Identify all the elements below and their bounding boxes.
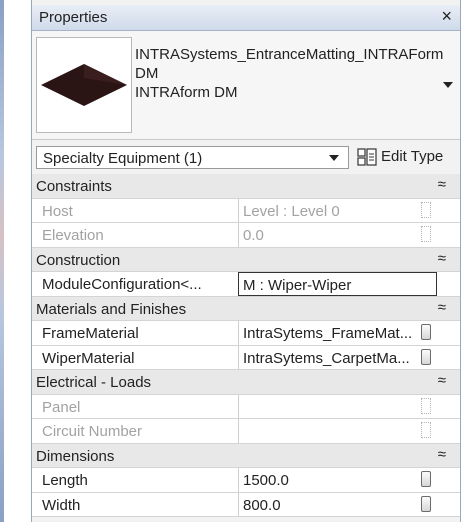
property-row-frame-material[interactable]: FrameMaterial IntraSytems_FrameMat... — [32, 321, 460, 346]
properties-palette: Properties × INTRASystems_EntranceMattin… — [31, 0, 461, 522]
group-label: Constraints — [36, 178, 112, 195]
parameter-cell — [421, 397, 431, 414]
group-dimensions[interactable]: Dimensions ≈ — [32, 443, 460, 468]
instance-selector-row: Specialty Equipment (1) Edit Type — [32, 140, 460, 172]
group-label: Dimensions — [36, 447, 115, 465]
property-name: WiperMaterial — [42, 349, 135, 367]
property-row-panel: Panel — [32, 394, 460, 419]
group-label: Electrical - Loads — [36, 374, 152, 391]
property-value-cell[interactable]: IntraSytems_CarpetMa... — [238, 345, 437, 369]
property-value: IntraSytems_FrameMat... — [243, 325, 413, 342]
type-preview-image — [36, 37, 132, 133]
parameter-cell — [421, 226, 431, 242]
property-value-cell: 0.0 — [238, 223, 437, 247]
close-icon[interactable]: × — [441, 6, 452, 27]
property-name: Length — [42, 472, 88, 489]
property-row-wiper-material[interactable]: WiperMaterial IntraSytems_CarpetMa... — [32, 345, 460, 370]
family-name: INTRASystems_EntranceMatting_INTRAFormDM — [135, 46, 444, 82]
edit-type-icon — [357, 148, 377, 166]
parameter-cell — [421, 422, 431, 438]
property-row-elevation: Elevation 0.0 — [32, 223, 460, 248]
instance-filter-value: Specialty Equipment (1) — [43, 150, 203, 167]
associate-parameter-button[interactable] — [421, 471, 431, 487]
parameter-cell — [421, 201, 431, 218]
entrance-mat-icon — [41, 64, 127, 106]
type-name: INTRAform DM — [135, 84, 238, 101]
associate-parameter-button[interactable] — [421, 348, 431, 365]
type-label: INTRASystems_EntranceMatting_INTRAFormDM… — [135, 45, 447, 102]
property-value-cell[interactable]: 1500.0 — [238, 468, 437, 492]
collapse-icon[interactable]: ≈ — [438, 446, 446, 463]
property-value-cell: Level : Level 0 — [238, 198, 437, 222]
property-value: M : Wiper-Wiper — [243, 277, 352, 294]
collapse-icon[interactable]: ≈ — [438, 250, 446, 267]
collapse-icon[interactable]: ≈ — [438, 176, 446, 193]
property-row-length[interactable]: Length 1500.0 — [32, 468, 460, 493]
property-row-circuit-number: Circuit Number — [32, 419, 460, 444]
collapse-icon[interactable]: ≈ — [438, 299, 446, 316]
property-value-cell — [238, 419, 437, 443]
group-materials-and-finishes[interactable]: Materials and Finishes ≈ — [32, 296, 460, 321]
collapse-icon[interactable]: ≈ — [438, 372, 446, 389]
palette-title: Properties — [39, 9, 108, 26]
property-name: ModuleConfiguration<... — [42, 276, 202, 293]
property-row-module-configuration[interactable]: ModuleConfiguration<... M : Wiper-Wiper — [32, 272, 460, 297]
property-value: 0.0 — [243, 227, 264, 244]
property-value: Level : Level 0 — [243, 202, 340, 220]
edit-type-label: Edit Type — [381, 148, 444, 165]
type-dropdown-icon[interactable] — [443, 82, 453, 88]
associate-parameter-button[interactable] — [421, 495, 431, 512]
associate-parameter-button[interactable] — [421, 324, 431, 340]
property-row-host: Host Level : Level 0 — [32, 198, 460, 223]
property-name: Elevation — [42, 227, 104, 244]
property-name: Width — [42, 496, 81, 514]
property-name: Host — [42, 202, 73, 220]
palette-titlebar[interactable]: Properties × — [32, 5, 460, 31]
property-value: 1500.0 — [243, 472, 289, 489]
group-label: Materials and Finishes — [36, 300, 187, 318]
property-grid: Constraints ≈ Host Level : Level 0 Eleva… — [32, 174, 460, 517]
group-constraints[interactable]: Constraints ≈ — [32, 174, 460, 199]
property-value: 800.0 — [243, 496, 281, 514]
instance-filter-dropdown[interactable]: Specialty Equipment (1) — [36, 146, 349, 169]
group-electrical-loads[interactable]: Electrical - Loads ≈ — [32, 370, 460, 395]
chevron-down-icon — [329, 155, 339, 161]
property-row-width[interactable]: Width 800.0 — [32, 492, 460, 517]
property-value-cell — [238, 394, 437, 418]
property-name: FrameMaterial — [42, 325, 139, 342]
group-construction[interactable]: Construction ≈ — [32, 247, 460, 272]
property-value-cell[interactable]: IntraSytems_FrameMat... — [238, 321, 437, 345]
module-configuration-input[interactable]: M : Wiper-Wiper — [238, 272, 437, 296]
type-selector[interactable]: INTRASystems_EntranceMatting_INTRAFormDM… — [32, 31, 460, 140]
window-edge — [0, 0, 4, 522]
property-name: Circuit Number — [42, 423, 143, 440]
group-label: Construction — [36, 251, 121, 269]
property-value-cell[interactable]: 800.0 — [238, 492, 437, 516]
property-name: Panel — [42, 398, 81, 416]
property-value: IntraSytems_CarpetMa... — [243, 349, 410, 367]
